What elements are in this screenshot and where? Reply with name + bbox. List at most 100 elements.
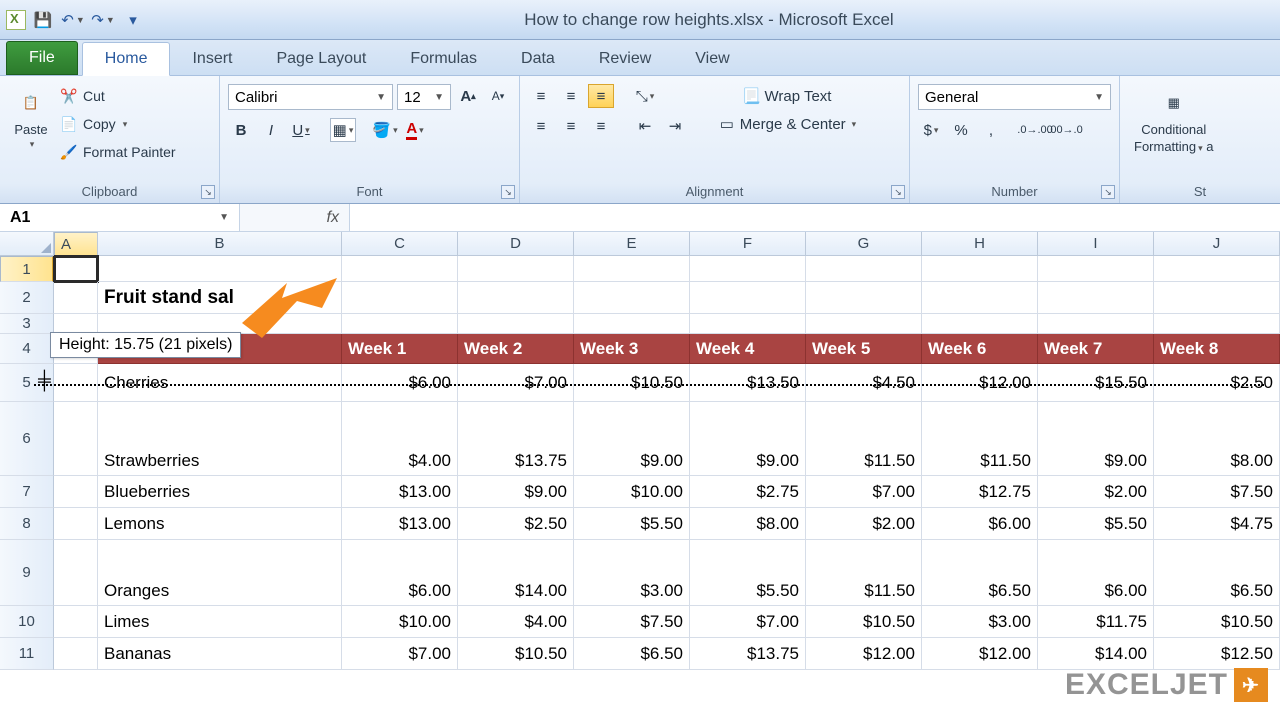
paste-button[interactable]: 📋 Paste▾ xyxy=(8,84,54,152)
row-header[interactable]: 8 xyxy=(0,508,54,540)
cell[interactable]: $12.75 xyxy=(922,476,1038,508)
cell[interactable] xyxy=(574,314,690,334)
copy-button[interactable]: 📄Copy▾ xyxy=(60,112,176,136)
cell[interactable] xyxy=(458,256,574,282)
cell[interactable] xyxy=(574,282,690,314)
cell[interactable]: $5.50 xyxy=(1038,508,1154,540)
fill-color-button[interactable]: 🪣▾ xyxy=(372,118,398,142)
cell[interactable]: $12.00 xyxy=(922,364,1038,402)
format-painter-button[interactable]: 🖌️Format Painter xyxy=(60,140,176,164)
cell[interactable]: Week 2 xyxy=(458,334,574,364)
cell[interactable]: $11.50 xyxy=(806,540,922,606)
cell[interactable]: $14.00 xyxy=(458,540,574,606)
comma-button[interactable]: , xyxy=(978,118,1004,142)
cell[interactable] xyxy=(342,282,458,314)
formulas-tab[interactable]: Formulas xyxy=(388,43,499,75)
cell[interactable] xyxy=(54,508,98,540)
cell[interactable]: $12.00 xyxy=(922,638,1038,670)
cell[interactable]: Week 1 xyxy=(342,334,458,364)
cell[interactable]: $7.00 xyxy=(458,364,574,402)
cell[interactable]: $12.50 xyxy=(1154,638,1280,670)
cell[interactable]: $7.00 xyxy=(690,606,806,638)
cell[interactable] xyxy=(54,256,98,282)
cell[interactable]: Limes xyxy=(98,606,342,638)
cut-button[interactable]: ✂️Cut xyxy=(60,84,176,108)
data-tab[interactable]: Data xyxy=(499,43,577,75)
row-header[interactable]: 9 xyxy=(0,540,54,606)
column-header[interactable]: F xyxy=(690,232,806,256)
percent-button[interactable]: % xyxy=(948,118,974,142)
cell[interactable]: $6.00 xyxy=(1038,540,1154,606)
cell[interactable]: Week 8 xyxy=(1154,334,1280,364)
align-top-button[interactable]: ≡ xyxy=(528,84,554,108)
cell[interactable]: $2.50 xyxy=(458,508,574,540)
row-header[interactable]: 2 xyxy=(0,282,54,314)
cell[interactable]: $10.50 xyxy=(458,638,574,670)
increase-indent-button[interactable]: ⇥ xyxy=(662,114,688,138)
cell[interactable]: Lemons xyxy=(98,508,342,540)
cell[interactable] xyxy=(54,364,98,402)
name-box[interactable]: A1▼ xyxy=(0,204,240,231)
accounting-format-button[interactable]: $▾ xyxy=(918,118,944,142)
cell[interactable]: $10.00 xyxy=(574,476,690,508)
cell[interactable]: $13.75 xyxy=(458,402,574,476)
cell[interactable]: Bananas xyxy=(98,638,342,670)
cell[interactable]: $2.75 xyxy=(690,476,806,508)
merge-center-button[interactable]: ▭Merge & Center▾ xyxy=(702,112,872,136)
cell[interactable] xyxy=(1154,282,1280,314)
cell[interactable] xyxy=(458,282,574,314)
row-header[interactable]: 4 xyxy=(0,334,54,364)
formula-input[interactable] xyxy=(350,204,1280,231)
alignment-launcher[interactable]: ↘ xyxy=(891,185,905,199)
underline-button[interactable]: U▾ xyxy=(288,118,314,142)
column-header[interactable]: A xyxy=(54,232,98,258)
cell[interactable]: $9.00 xyxy=(458,476,574,508)
orientation-button[interactable]: ⤡▾ xyxy=(632,84,658,108)
insert-tab[interactable]: Insert xyxy=(170,43,254,75)
cell[interactable] xyxy=(690,256,806,282)
clipboard-launcher[interactable]: ↘ xyxy=(201,185,215,199)
cell[interactable]: $11.75 xyxy=(1038,606,1154,638)
cell[interactable]: Cherries xyxy=(98,364,342,402)
cell[interactable] xyxy=(922,256,1038,282)
column-header[interactable]: H xyxy=(922,232,1038,256)
review-tab[interactable]: Review xyxy=(577,43,673,75)
cell[interactable]: $6.00 xyxy=(342,364,458,402)
qat-customize[interactable]: ▾ xyxy=(122,9,144,31)
cell[interactable]: Week 6 xyxy=(922,334,1038,364)
font-family-select[interactable]: Calibri▼ xyxy=(228,84,393,110)
cell[interactable]: $10.00 xyxy=(342,606,458,638)
cell[interactable] xyxy=(1154,256,1280,282)
cell[interactable]: $2.00 xyxy=(806,508,922,540)
cell[interactable]: $11.50 xyxy=(922,402,1038,476)
cell[interactable] xyxy=(806,314,922,334)
cell[interactable] xyxy=(54,314,98,334)
column-header[interactable]: D xyxy=(458,232,574,256)
cell[interactable]: $3.00 xyxy=(922,606,1038,638)
cell[interactable] xyxy=(54,606,98,638)
redo-button[interactable]: ↷▼ xyxy=(92,9,114,31)
undo-button[interactable]: ↶▼ xyxy=(62,9,84,31)
align-right-button[interactable]: ≡ xyxy=(588,114,614,138)
cell[interactable] xyxy=(806,256,922,282)
cell[interactable] xyxy=(54,476,98,508)
wrap-text-button[interactable]: 📃Wrap Text xyxy=(702,84,872,108)
row-header[interactable]: 6 xyxy=(0,402,54,476)
cell[interactable]: $8.00 xyxy=(690,508,806,540)
number-launcher[interactable]: ↘ xyxy=(1101,185,1115,199)
column-header[interactable]: E xyxy=(574,232,690,256)
shrink-font-button[interactable]: A▾ xyxy=(485,84,511,108)
font-color-button[interactable]: A▾ xyxy=(402,118,428,142)
cell[interactable]: Week 3 xyxy=(574,334,690,364)
cell[interactable]: $6.50 xyxy=(922,540,1038,606)
cell[interactable]: $5.50 xyxy=(574,508,690,540)
row-header[interactable]: 7 xyxy=(0,476,54,508)
cell[interactable]: $13.75 xyxy=(690,638,806,670)
cell[interactable]: $7.50 xyxy=(1154,476,1280,508)
cell[interactable] xyxy=(54,540,98,606)
file-tab[interactable]: File xyxy=(6,41,78,75)
number-format-select[interactable]: General▼ xyxy=(918,84,1111,110)
cell[interactable] xyxy=(1038,314,1154,334)
cell[interactable]: $3.00 xyxy=(574,540,690,606)
italic-button[interactable]: I xyxy=(258,118,284,142)
